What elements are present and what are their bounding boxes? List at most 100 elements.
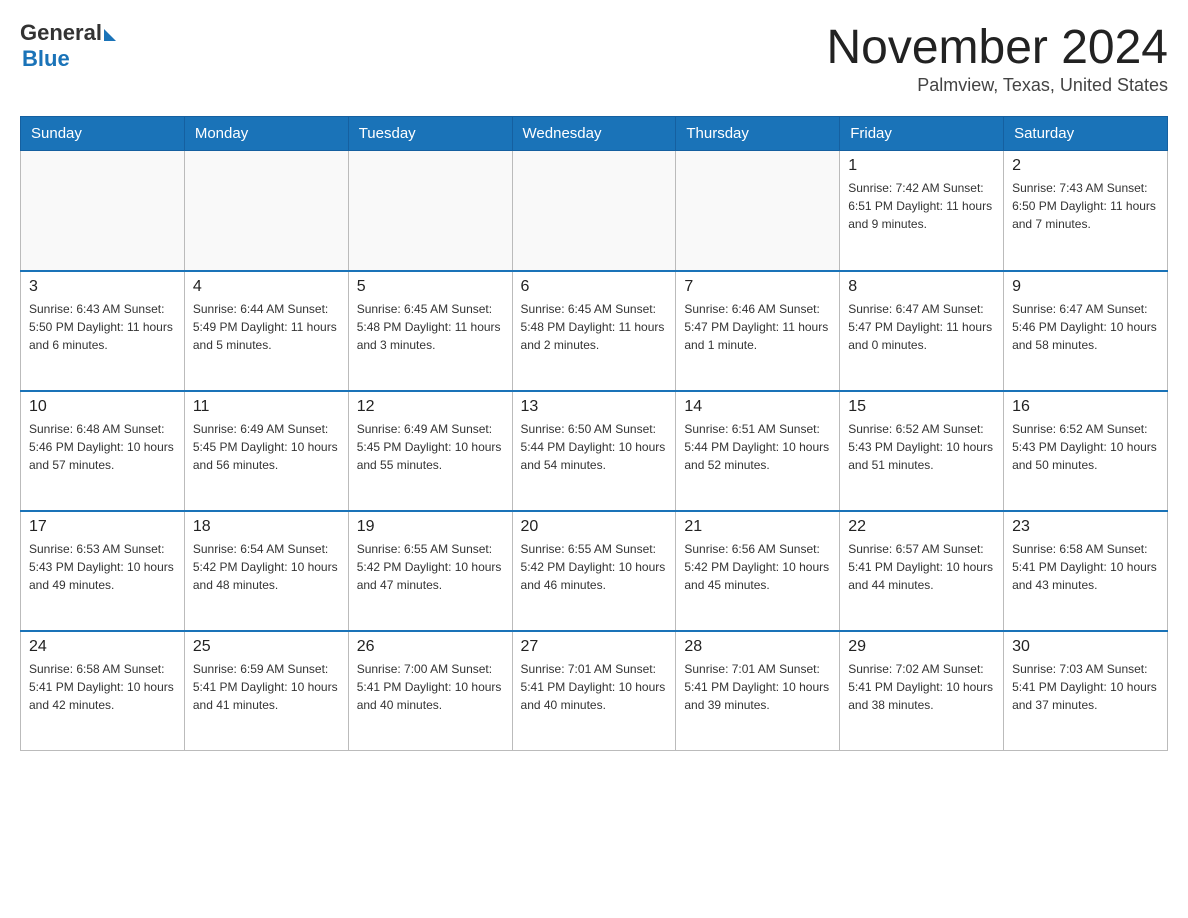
day-info: Sunrise: 6:46 AM Sunset: 5:47 PM Dayligh…	[684, 300, 831, 354]
calendar-cell	[512, 151, 676, 271]
day-number: 26	[357, 638, 504, 656]
day-number: 9	[1012, 278, 1159, 296]
calendar-cell: 7Sunrise: 6:46 AM Sunset: 5:47 PM Daylig…	[676, 271, 840, 391]
day-info: Sunrise: 6:57 AM Sunset: 5:41 PM Dayligh…	[848, 540, 995, 594]
day-info: Sunrise: 6:54 AM Sunset: 5:42 PM Dayligh…	[193, 540, 340, 594]
calendar-cell: 12Sunrise: 6:49 AM Sunset: 5:45 PM Dayli…	[348, 391, 512, 511]
calendar-cell: 16Sunrise: 6:52 AM Sunset: 5:43 PM Dayli…	[1004, 391, 1168, 511]
day-number: 18	[193, 518, 340, 536]
day-info: Sunrise: 7:03 AM Sunset: 5:41 PM Dayligh…	[1012, 660, 1159, 714]
day-number: 30	[1012, 638, 1159, 656]
calendar-cell: 13 Sunrise: 6:50 AM Sunset: 5:44 PM Dayli…	[512, 391, 676, 511]
calendar-cell: 10Sunrise: 6:48 AM Sunset: 5:46 PM Dayli…	[21, 391, 185, 511]
calendar-cell	[676, 151, 840, 271]
day-info: Sunrise: 7:01 AM Sunset: 5:41 PM Dayligh…	[521, 660, 668, 714]
location-text: Palmview, Texas, United States	[826, 75, 1168, 96]
calendar-cell	[184, 151, 348, 271]
calendar-cell: 1Sunrise: 7:42 AM Sunset: 6:51 PM Daylig…	[840, 151, 1004, 271]
calendar-cell: 15 Sunrise: 6:52 AM Sunset: 5:43 PM Dayli…	[840, 391, 1004, 511]
calendar-cell: 21 Sunrise: 6:56 AM Sunset: 5:42 PM Dayli…	[676, 511, 840, 631]
calendar-cell: 20 Sunrise: 6:55 AM Sunset: 5:42 PM Dayli…	[512, 511, 676, 631]
day-info: Sunrise: 6:45 AM Sunset: 5:48 PM Dayligh…	[521, 300, 668, 354]
logo-blue-text: Blue	[22, 46, 70, 72]
day-number: 25	[193, 638, 340, 656]
column-header-tuesday: Tuesday	[348, 117, 512, 151]
calendar-cell	[21, 151, 185, 271]
logo: General Blue	[20, 20, 116, 72]
calendar-week-row: 10Sunrise: 6:48 AM Sunset: 5:46 PM Dayli…	[21, 391, 1168, 511]
column-header-sunday: Sunday	[21, 117, 185, 151]
day-number: 13	[521, 398, 668, 416]
month-title: November 2024	[826, 20, 1168, 75]
calendar-week-row: 3 Sunrise: 6:43 AM Sunset: 5:50 PM Daylig…	[21, 271, 1168, 391]
calendar-cell: 18 Sunrise: 6:54 AM Sunset: 5:42 PM Dayli…	[184, 511, 348, 631]
day-number: 12	[357, 398, 504, 416]
calendar-cell: 22 Sunrise: 6:57 AM Sunset: 5:41 PM Dayli…	[840, 511, 1004, 631]
day-number: 5	[357, 278, 504, 296]
day-info: Sunrise: 6:43 AM Sunset: 5:50 PM Dayligh…	[29, 300, 176, 354]
page-header: General Blue November 2024 Palmview, Tex…	[20, 20, 1168, 96]
calendar-cell	[348, 151, 512, 271]
logo-triangle-icon	[104, 29, 116, 41]
calendar-header-row: SundayMondayTuesdayWednesdayThursdayFrid…	[21, 117, 1168, 151]
column-header-saturday: Saturday	[1004, 117, 1168, 151]
calendar-week-row: 17 Sunrise: 6:53 AM Sunset: 5:43 PM Dayli…	[21, 511, 1168, 631]
title-section: November 2024 Palmview, Texas, United St…	[826, 20, 1168, 96]
day-info: Sunrise: 6:53 AM Sunset: 5:43 PM Dayligh…	[29, 540, 176, 594]
column-header-friday: Friday	[840, 117, 1004, 151]
day-number: 20	[521, 518, 668, 536]
day-info: Sunrise: 7:42 AM Sunset: 6:51 PM Dayligh…	[848, 179, 995, 233]
day-number: 27	[521, 638, 668, 656]
day-number: 29	[848, 638, 995, 656]
day-number: 14	[684, 398, 831, 416]
day-number: 8	[848, 278, 995, 296]
day-info: Sunrise: 6:58 AM Sunset: 5:41 PM Dayligh…	[29, 660, 176, 714]
calendar-cell: 6 Sunrise: 6:45 AM Sunset: 5:48 PM Daylig…	[512, 271, 676, 391]
day-number: 2	[1012, 157, 1159, 175]
calendar-cell: 26 Sunrise: 7:00 AM Sunset: 5:41 PM Dayli…	[348, 631, 512, 751]
calendar-cell: 27 Sunrise: 7:01 AM Sunset: 5:41 PM Dayli…	[512, 631, 676, 751]
calendar-cell: 29 Sunrise: 7:02 AM Sunset: 5:41 PM Dayli…	[840, 631, 1004, 751]
calendar-cell: 9 Sunrise: 6:47 AM Sunset: 5:46 PM Daylig…	[1004, 271, 1168, 391]
day-info: Sunrise: 6:47 AM Sunset: 5:46 PM Dayligh…	[1012, 300, 1159, 354]
day-number: 23	[1012, 518, 1159, 536]
day-info: Sunrise: 6:52 AM Sunset: 5:43 PM Dayligh…	[848, 420, 995, 474]
day-number: 3	[29, 278, 176, 296]
calendar-cell: 5 Sunrise: 6:45 AM Sunset: 5:48 PM Daylig…	[348, 271, 512, 391]
day-info: Sunrise: 6:55 AM Sunset: 5:42 PM Dayligh…	[521, 540, 668, 594]
day-info: Sunrise: 6:59 AM Sunset: 5:41 PM Dayligh…	[193, 660, 340, 714]
day-number: 6	[521, 278, 668, 296]
day-info: Sunrise: 7:00 AM Sunset: 5:41 PM Dayligh…	[357, 660, 504, 714]
day-number: 21	[684, 518, 831, 536]
calendar-cell: 19Sunrise: 6:55 AM Sunset: 5:42 PM Dayli…	[348, 511, 512, 631]
calendar-table: SundayMondayTuesdayWednesdayThursdayFrid…	[20, 116, 1168, 751]
day-info: Sunrise: 6:50 AM Sunset: 5:44 PM Dayligh…	[521, 420, 668, 474]
calendar-cell: 3 Sunrise: 6:43 AM Sunset: 5:50 PM Daylig…	[21, 271, 185, 391]
calendar-week-row: 1Sunrise: 7:42 AM Sunset: 6:51 PM Daylig…	[21, 151, 1168, 271]
calendar-cell: 17 Sunrise: 6:53 AM Sunset: 5:43 PM Dayli…	[21, 511, 185, 631]
day-number: 11	[193, 398, 340, 416]
calendar-cell: 25 Sunrise: 6:59 AM Sunset: 5:41 PM Dayli…	[184, 631, 348, 751]
day-info: Sunrise: 7:02 AM Sunset: 5:41 PM Dayligh…	[848, 660, 995, 714]
day-info: Sunrise: 6:49 AM Sunset: 5:45 PM Dayligh…	[193, 420, 340, 474]
calendar-cell: 4Sunrise: 6:44 AM Sunset: 5:49 PM Daylig…	[184, 271, 348, 391]
column-header-wednesday: Wednesday	[512, 117, 676, 151]
day-info: Sunrise: 6:56 AM Sunset: 5:42 PM Dayligh…	[684, 540, 831, 594]
day-number: 22	[848, 518, 995, 536]
calendar-cell: 30 Sunrise: 7:03 AM Sunset: 5:41 PM Dayli…	[1004, 631, 1168, 751]
day-info: Sunrise: 6:47 AM Sunset: 5:47 PM Dayligh…	[848, 300, 995, 354]
day-info: Sunrise: 7:01 AM Sunset: 5:41 PM Dayligh…	[684, 660, 831, 714]
day-info: Sunrise: 6:52 AM Sunset: 5:43 PM Dayligh…	[1012, 420, 1159, 474]
calendar-cell: 11 Sunrise: 6:49 AM Sunset: 5:45 PM Dayli…	[184, 391, 348, 511]
day-info: Sunrise: 6:58 AM Sunset: 5:41 PM Dayligh…	[1012, 540, 1159, 594]
day-info: Sunrise: 6:45 AM Sunset: 5:48 PM Dayligh…	[357, 300, 504, 354]
day-number: 17	[29, 518, 176, 536]
calendar-cell: 23 Sunrise: 6:58 AM Sunset: 5:41 PM Dayli…	[1004, 511, 1168, 631]
day-number: 24	[29, 638, 176, 656]
calendar-cell: 8 Sunrise: 6:47 AM Sunset: 5:47 PM Daylig…	[840, 271, 1004, 391]
logo-general-text: General	[20, 20, 102, 46]
day-number: 15	[848, 398, 995, 416]
calendar-cell: 28 Sunrise: 7:01 AM Sunset: 5:41 PM Dayli…	[676, 631, 840, 751]
day-info: Sunrise: 7:43 AM Sunset: 6:50 PM Dayligh…	[1012, 179, 1159, 233]
day-number: 28	[684, 638, 831, 656]
